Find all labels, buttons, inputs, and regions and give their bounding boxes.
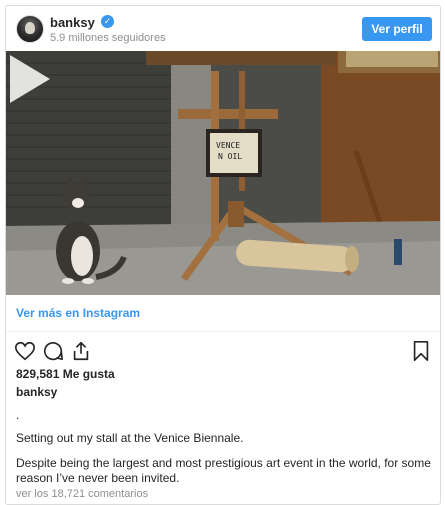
caption-author[interactable]: banksy <box>16 385 57 399</box>
share-icon[interactable] <box>70 340 92 362</box>
caption-dot: . <box>16 408 20 422</box>
sign-text: VENCE <box>216 141 240 150</box>
avatar[interactable] <box>16 15 44 43</box>
view-profile-button[interactable]: Ver perfil <box>362 17 432 41</box>
like-count[interactable]: 829,581 Me gusta <box>16 367 115 381</box>
view-comments-link[interactable]: ver los 18,721 comentarios <box>16 488 148 500</box>
instagram-embed-card: banksy ✓ 5.9 millones seguidores Ver per… <box>5 5 441 505</box>
heart-icon[interactable] <box>14 340 36 362</box>
caption-line: Setting out my stall at the Venice Bienn… <box>16 431 244 445</box>
video-scene: VENCE N OIL <box>6 51 440 295</box>
username[interactable]: banksy <box>50 15 95 30</box>
caption: . Setting out my stall at the Venice Bie… <box>16 408 434 496</box>
comment-icon[interactable] <box>42 340 64 362</box>
bookmark-icon[interactable] <box>410 340 432 362</box>
post-header: banksy ✓ 5.9 millones seguidores Ver per… <box>6 6 440 50</box>
view-more-label[interactable]: Ver más en Instagram <box>16 306 140 320</box>
follower-count: 5.9 millones seguidores <box>50 32 166 44</box>
svg-text:N OIL: N OIL <box>218 152 242 161</box>
verified-badge-icon: ✓ <box>101 15 114 28</box>
play-icon[interactable] <box>6 51 54 107</box>
caption-line: Despite being the largest and most prest… <box>16 456 431 485</box>
view-more-on-instagram-link[interactable]: Ver más en Instagram <box>6 295 440 332</box>
video-thumbnail[interactable]: VENCE N OIL <box>6 51 440 295</box>
action-bar <box>6 332 440 364</box>
